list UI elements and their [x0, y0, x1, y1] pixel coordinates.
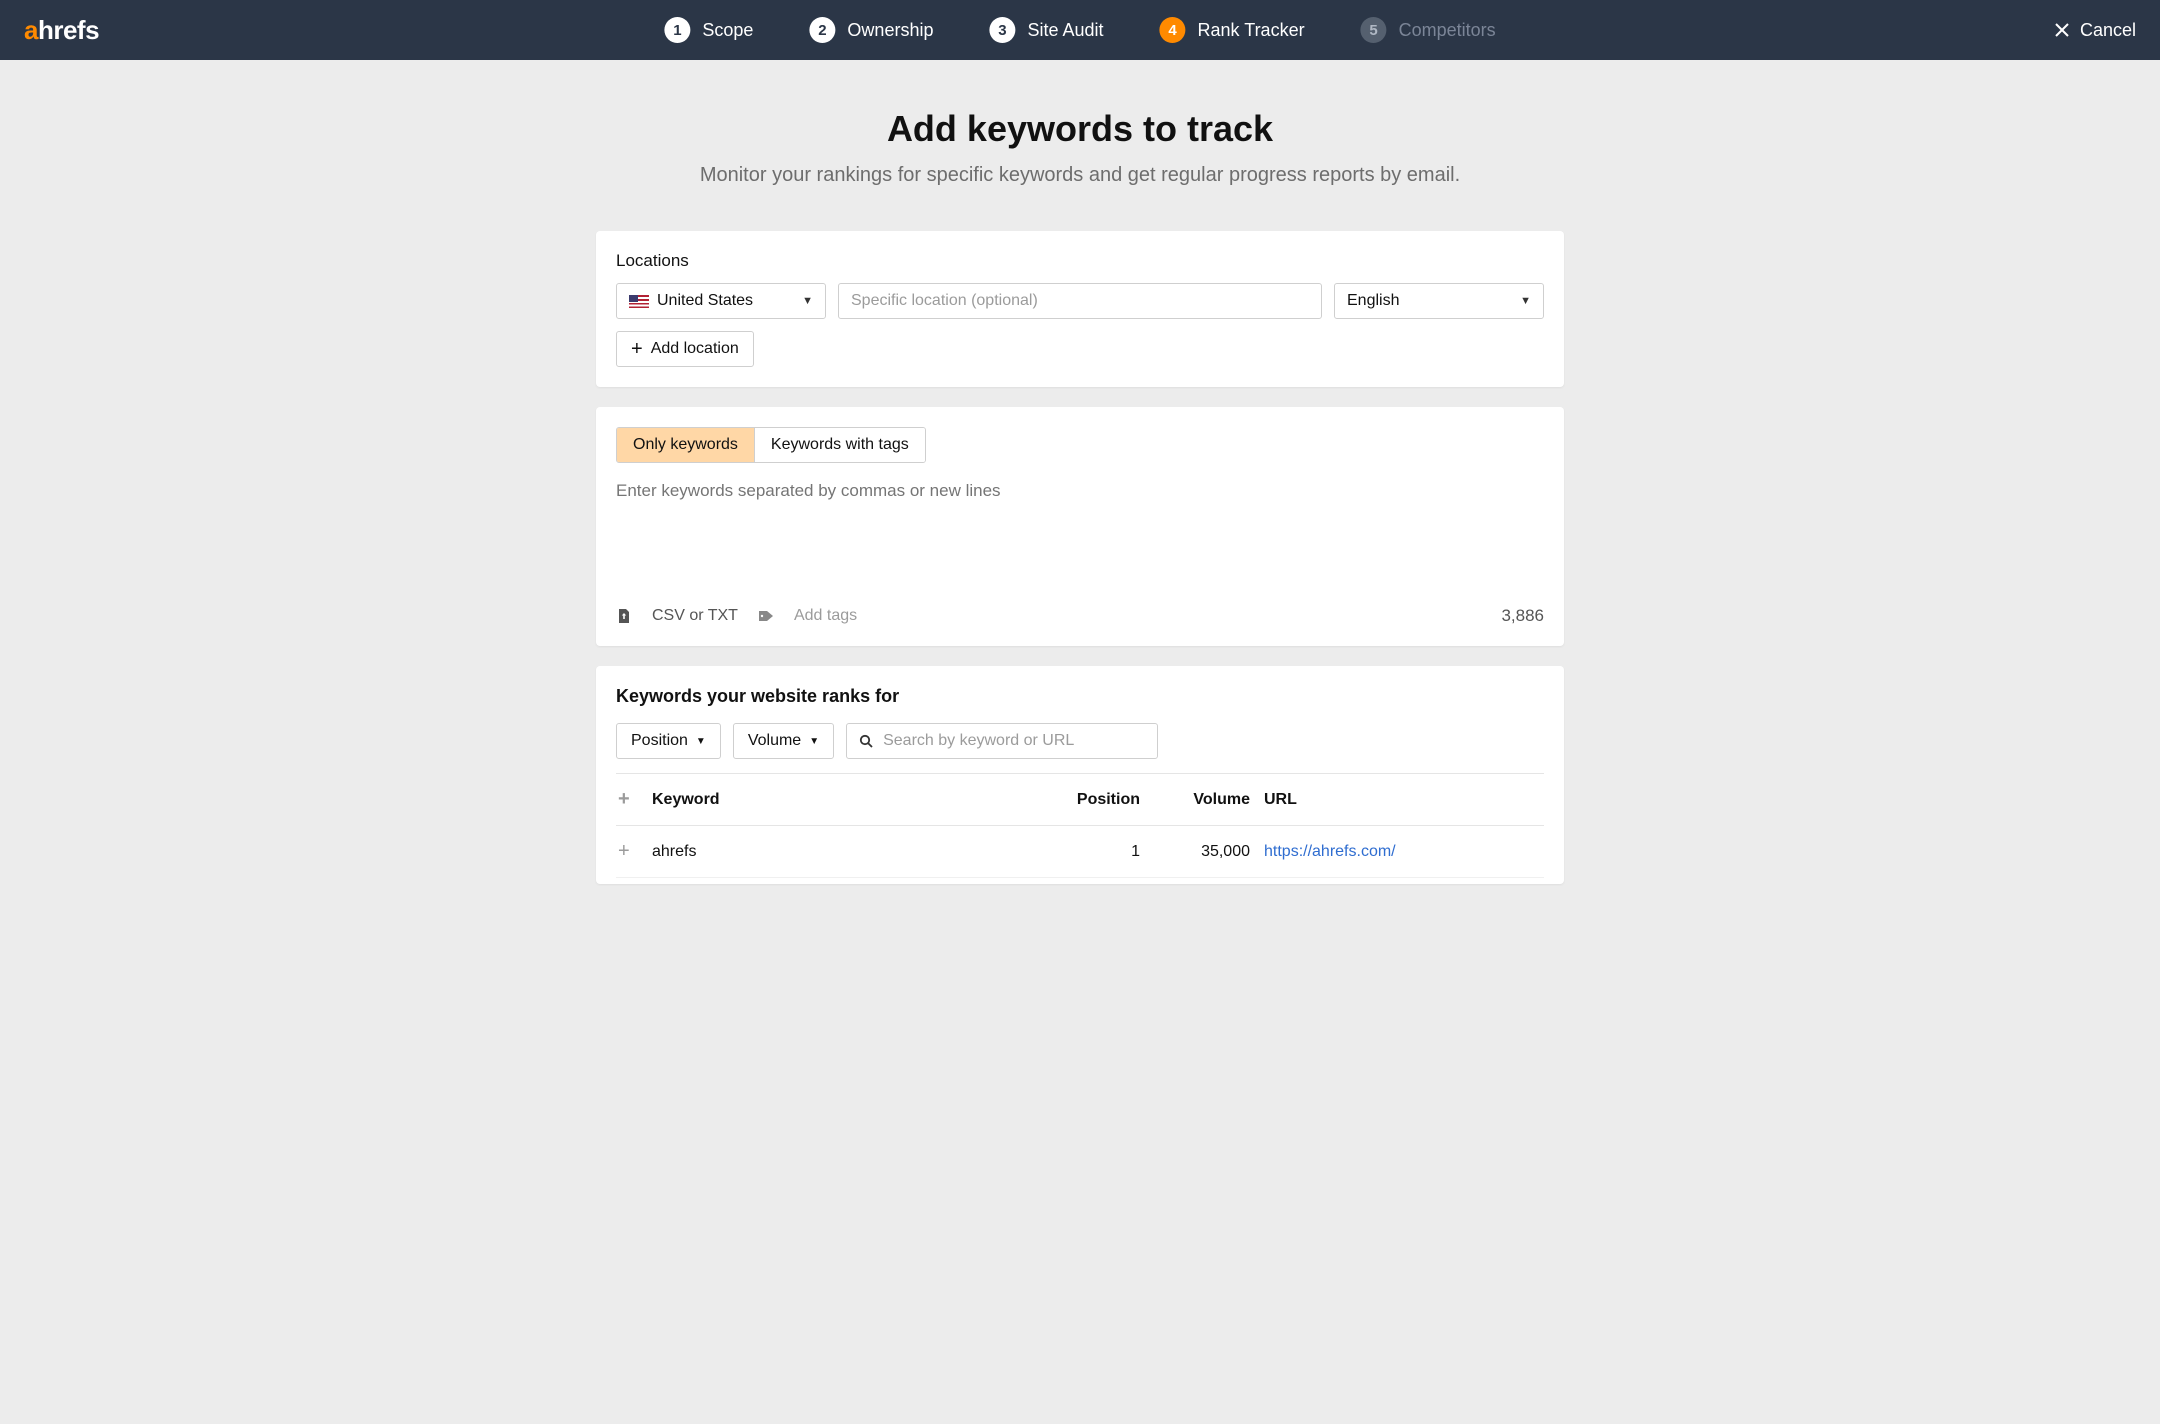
logo: ahrefs [24, 15, 99, 46]
filters-row: Position ▼ Volume ▼ Search by keyword or… [616, 723, 1544, 759]
header: ahrefs 1 Scope 2 Ownership 3 Site Audit … [0, 0, 2160, 60]
step-scope[interactable]: 1 Scope [664, 17, 753, 43]
csv-txt-button[interactable]: CSV or TXT [652, 607, 738, 625]
col-keyword: Keyword [652, 791, 1044, 809]
chevron-down-icon: ▼ [809, 736, 819, 747]
table-row: + ahrefs 1 35,000 https://ahrefs.com/ [616, 826, 1544, 878]
keywords-remaining: 3,886 [1501, 606, 1544, 626]
upload-icon [616, 608, 632, 624]
us-flag-icon [629, 295, 649, 308]
wizard-steps: 1 Scope 2 Ownership 3 Site Audit 4 Rank … [664, 17, 1495, 43]
volume-filter[interactable]: Volume ▼ [733, 723, 834, 759]
add-keyword-button[interactable]: + [616, 840, 652, 863]
search-placeholder: Search by keyword or URL [883, 732, 1074, 750]
step-label: Competitors [1399, 20, 1496, 41]
locations-card: Locations United States ▼ Specific locat… [596, 231, 1564, 387]
ranks-table: + Keyword Position Volume URL + ahrefs 1… [616, 773, 1544, 878]
plus-icon: + [631, 339, 643, 359]
search-input[interactable]: Search by keyword or URL [846, 723, 1158, 759]
step-number: 2 [809, 17, 835, 43]
url-link[interactable]: https://ahrefs.com/ [1264, 843, 1396, 860]
col-url: URL [1264, 791, 1544, 809]
search-icon [859, 734, 873, 748]
step-rank-tracker[interactable]: 4 Rank Tracker [1160, 17, 1305, 43]
position-filter[interactable]: Position ▼ [616, 723, 721, 759]
tag-icon [758, 608, 774, 624]
add-all-button[interactable]: + [616, 788, 652, 811]
seg-keywords-tags[interactable]: Keywords with tags [754, 428, 925, 462]
language-select[interactable]: English ▼ [1334, 283, 1544, 319]
keyword-mode-segment: Only keywords Keywords with tags [616, 427, 926, 463]
cell-url: https://ahrefs.com/ [1264, 843, 1544, 861]
col-volume: Volume [1154, 791, 1264, 809]
cell-position: 1 [1044, 843, 1154, 861]
step-label: Site Audit [1027, 20, 1103, 41]
add-location-button[interactable]: + Add location [616, 331, 754, 367]
keywords-footer: CSV or TXT Add tags 3,886 [616, 606, 1544, 626]
logo-a: a [24, 15, 38, 45]
step-number: 1 [664, 17, 690, 43]
keywords-card: Only keywords Keywords with tags CSV or … [596, 407, 1564, 646]
add-location-label: Add location [651, 340, 739, 358]
chevron-down-icon: ▼ [696, 736, 706, 747]
col-position: Position [1044, 791, 1154, 809]
locations-row: United States ▼ Specific location (optio… [616, 283, 1544, 319]
step-number: 5 [1361, 17, 1387, 43]
step-label: Scope [702, 20, 753, 41]
specific-location-input[interactable]: Specific location (optional) [838, 283, 1322, 319]
step-number: 4 [1160, 17, 1186, 43]
cancel-button[interactable]: Cancel [2054, 20, 2136, 41]
locations-label: Locations [616, 251, 1544, 271]
placeholder-text: Specific location (optional) [851, 292, 1038, 310]
step-ownership[interactable]: 2 Ownership [809, 17, 933, 43]
keywords-textarea[interactable] [616, 463, 1544, 593]
position-filter-label: Position [631, 732, 688, 750]
chevron-down-icon: ▼ [1520, 295, 1531, 307]
cell-keyword: ahrefs [652, 843, 1044, 861]
seg-only-keywords[interactable]: Only keywords [617, 428, 754, 462]
step-label: Ownership [847, 20, 933, 41]
cancel-label: Cancel [2080, 20, 2136, 41]
page-content: Add keywords to track Monitor your ranki… [596, 60, 1564, 944]
volume-filter-label: Volume [748, 732, 801, 750]
logo-rest: hrefs [38, 15, 99, 45]
ranks-card: Keywords your website ranks for Position… [596, 666, 1564, 884]
language-value: English [1347, 292, 1399, 310]
cell-volume: 35,000 [1154, 843, 1264, 861]
chevron-down-icon: ▼ [802, 295, 813, 307]
step-competitors: 5 Competitors [1361, 17, 1496, 43]
country-value: United States [657, 292, 753, 310]
step-number: 3 [989, 17, 1015, 43]
country-select[interactable]: United States ▼ [616, 283, 826, 319]
table-header: + Keyword Position Volume URL [616, 773, 1544, 826]
page-subtitle: Monitor your rankings for specific keywo… [596, 164, 1564, 187]
close-icon [2054, 22, 2070, 38]
step-site-audit[interactable]: 3 Site Audit [989, 17, 1103, 43]
ranks-title: Keywords your website ranks for [616, 686, 1544, 707]
add-tags-button[interactable]: Add tags [794, 607, 857, 625]
page-title: Add keywords to track [596, 108, 1564, 150]
step-label: Rank Tracker [1198, 20, 1305, 41]
